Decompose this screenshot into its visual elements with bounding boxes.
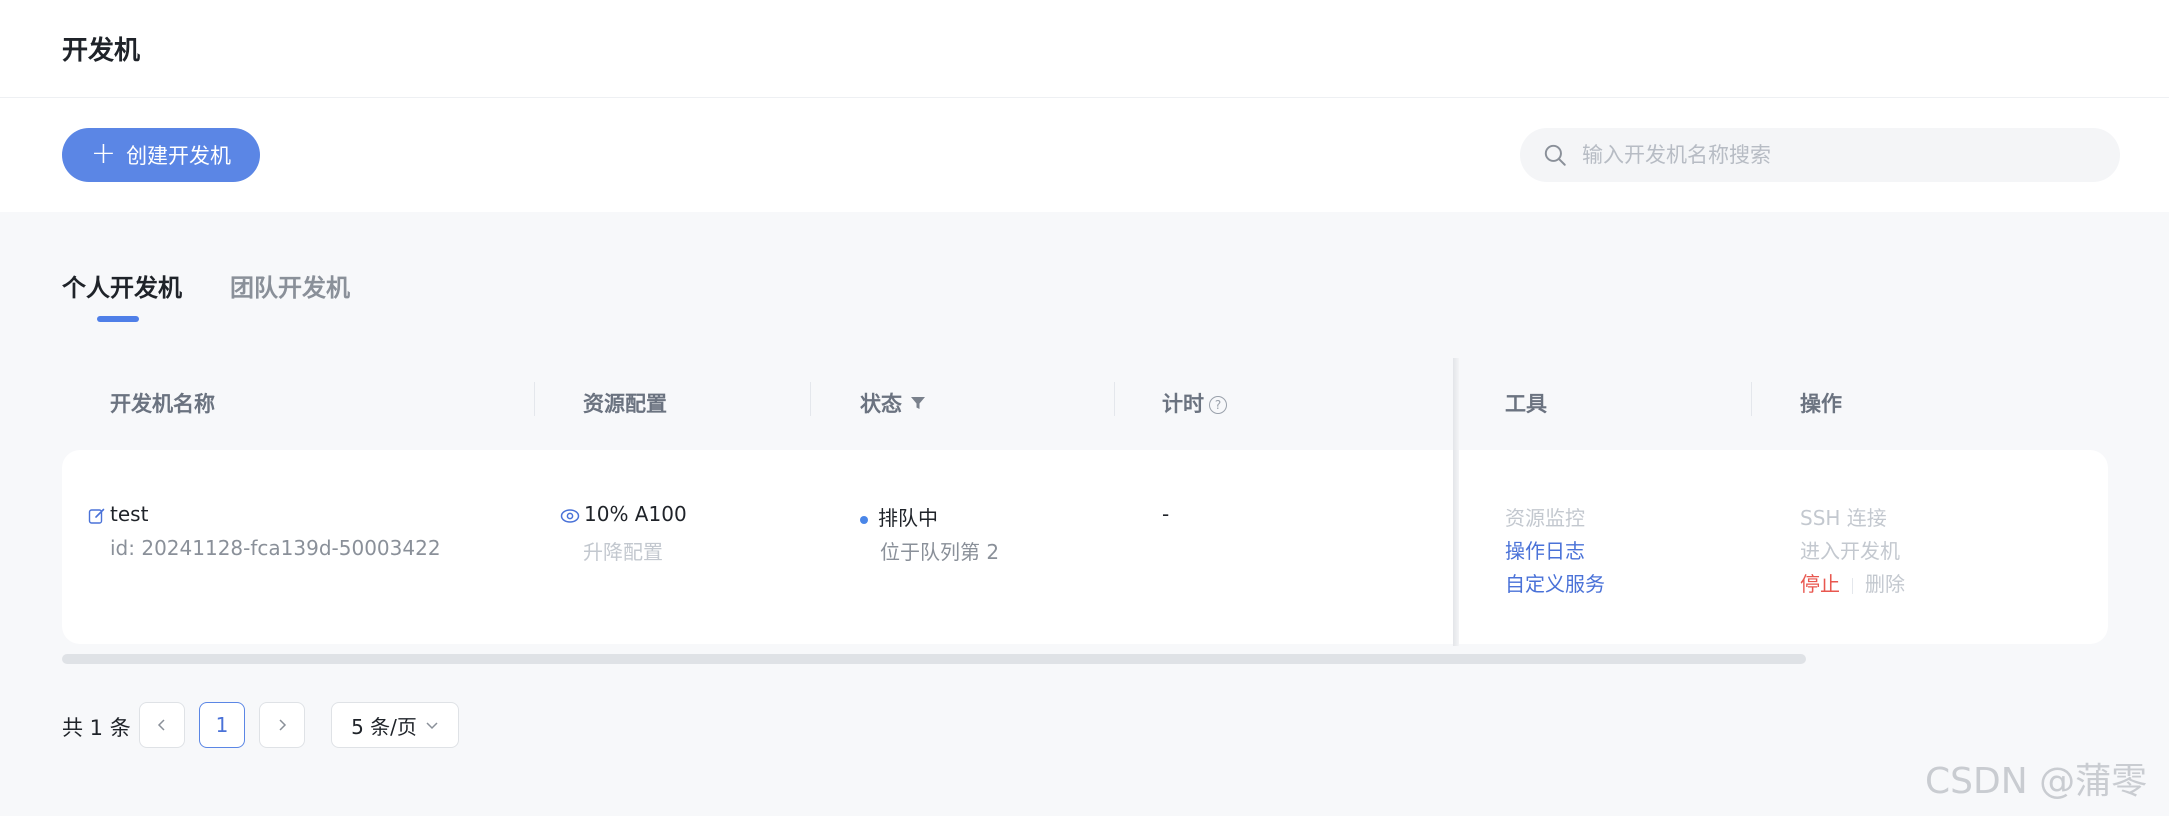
horizontal-scrollbar[interactable]: [62, 654, 1806, 664]
page-size-value: 5 条/页: [351, 714, 417, 739]
devmachine-id: id: 20241128-fca139d-50003422: [110, 536, 441, 560]
chevron-down-icon: [426, 722, 438, 730]
watermark: CSDN @蒲零: [1925, 761, 2148, 802]
ops-row: 停止 删除: [1800, 568, 1905, 597]
column-header-status: 状态: [860, 388, 926, 418]
help-icon[interactable]: ?: [1209, 396, 1227, 414]
toolbar: + 创建开发机: [0, 98, 2169, 212]
total-count: 共 1 条: [62, 716, 131, 740]
plus-icon: +: [90, 135, 117, 171]
column-header-tools: 工具: [1505, 392, 1547, 416]
column-divider: [810, 382, 811, 416]
page-header: 开发机: [0, 0, 2169, 98]
chevron-left-icon: [157, 719, 165, 731]
column-header-timer: 计时?: [1162, 388, 1227, 418]
search-icon: [1544, 144, 1566, 166]
tool-operation-log[interactable]: 操作日志: [1505, 535, 1585, 564]
eye-icon[interactable]: [560, 508, 580, 524]
status-cell: 排队中: [860, 502, 938, 531]
tab-personal[interactable]: 个人开发机: [62, 268, 182, 303]
column-divider: [1751, 382, 1752, 416]
enter-devmachine-link[interactable]: 进入开发机: [1800, 535, 1900, 564]
devmachine-name: test: [110, 502, 149, 526]
active-tab-indicator: [97, 316, 139, 322]
status-dot-icon: [860, 515, 868, 524]
prev-page-button[interactable]: [139, 702, 185, 748]
ssh-connect-link[interactable]: SSH 连接: [1800, 502, 1887, 531]
page-size-select[interactable]: 5 条/页: [331, 702, 459, 748]
delete-button[interactable]: 删除: [1865, 572, 1905, 596]
divider: [1852, 577, 1853, 594]
column-header-status-label: 状态: [860, 392, 902, 416]
resource-config: 10% A100: [584, 502, 687, 526]
resource-cell: 10% A100: [560, 502, 687, 526]
page-title: 开发机: [62, 36, 141, 66]
timer-value: -: [1162, 502, 1170, 526]
tool-custom-service[interactable]: 自定义服务: [1505, 568, 1605, 597]
status-text: 排队中: [878, 506, 938, 530]
chevron-right-icon: [279, 719, 287, 731]
edit-icon[interactable]: [88, 507, 106, 525]
column-divider: [534, 382, 535, 416]
tab-team[interactable]: 团队开发机: [230, 268, 350, 303]
column-header-ops: 操作: [1800, 392, 1842, 416]
table-row: test id: 20241128-fca139d-50003422 10% A…: [62, 450, 2108, 644]
column-divider: [1114, 382, 1115, 416]
filter-icon[interactable]: [910, 395, 926, 411]
table-header: 开发机名称 资源配置 状态 计时? 工具 操作: [62, 360, 2108, 440]
column-header-resource: 资源配置: [583, 392, 667, 416]
create-button-label: 创建开发机: [126, 144, 232, 168]
next-page-button[interactable]: [259, 702, 305, 748]
fixed-column-shadow: [1453, 358, 1459, 646]
tool-resource-monitor[interactable]: 资源监控: [1505, 502, 1585, 531]
queue-position: 位于队列第 2: [880, 540, 1000, 564]
stop-button[interactable]: 停止: [1800, 572, 1840, 596]
column-header-name: 开发机名称: [110, 392, 215, 416]
page-1-button[interactable]: 1: [199, 702, 245, 748]
devmachine-name-cell: test: [88, 502, 148, 526]
resize-config-link[interactable]: 升降配置: [583, 536, 663, 565]
search-input[interactable]: [1580, 142, 2104, 168]
create-devmachine-button[interactable]: + 创建开发机: [62, 128, 260, 182]
column-header-timer-label: 计时: [1162, 392, 1204, 416]
search-box[interactable]: [1520, 128, 2120, 182]
